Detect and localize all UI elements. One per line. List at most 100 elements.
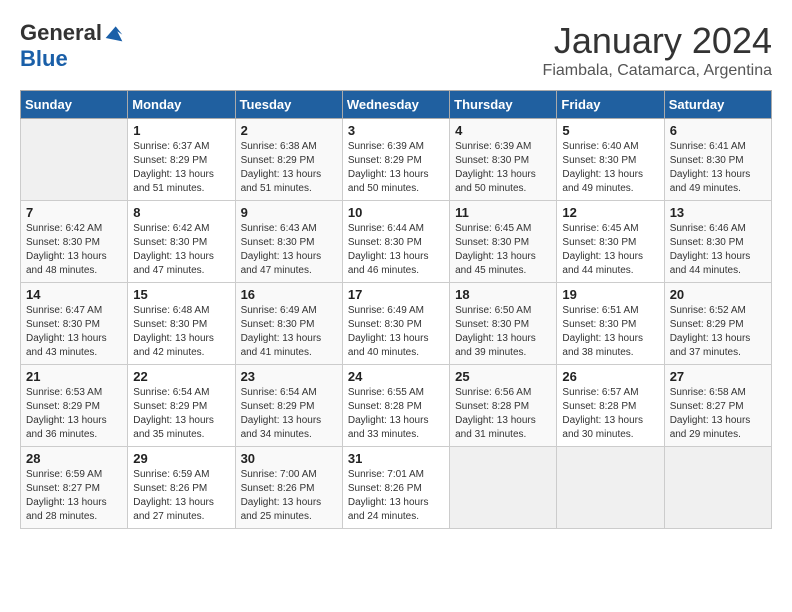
calendar-cell: 5 Sunrise: 6:40 AM Sunset: 8:30 PM Daylig… [557, 119, 664, 201]
day-number: 27 [670, 369, 766, 384]
day-info: Sunrise: 6:58 AM Sunset: 8:27 PM Dayligh… [670, 386, 766, 442]
day-number: 26 [562, 369, 658, 384]
calendar-subtitle: Fiambala, Catamarca, Argentina [543, 62, 772, 80]
day-number: 21 [26, 369, 122, 384]
day-info: Sunrise: 6:51 AM Sunset: 8:30 PM Dayligh… [562, 304, 658, 360]
header-day-friday: Friday [557, 91, 664, 119]
day-number: 2 [241, 123, 337, 138]
day-info: Sunrise: 6:54 AM Sunset: 8:29 PM Dayligh… [133, 386, 229, 442]
week-row-2: 7 Sunrise: 6:42 AM Sunset: 8:30 PM Daylig… [21, 201, 772, 283]
calendar-cell: 10Sunrise: 6:44 AM Sunset: 8:30 PM Dayli… [342, 201, 449, 283]
week-row-5: 28 Sunrise: 6:59 AM Sunset: 8:27 PM Dayli… [21, 447, 772, 529]
day-info: Sunrise: 6:49 AM Sunset: 8:30 PM Dayligh… [348, 304, 444, 360]
day-number: 16 [241, 287, 337, 302]
calendar-cell: 12 Sunrise: 6:45 AM Sunset: 8:30 PM Dayli… [557, 201, 664, 283]
calendar-cell: 21 Sunrise: 6:53 AM Sunset: 8:29 PM Dayli… [21, 365, 128, 447]
day-info: Sunrise: 6:44 AM Sunset: 8:30 PM Dayligh… [348, 222, 444, 278]
calendar-cell: 29 Sunrise: 6:59 AM Sunset: 8:26 PM Dayli… [128, 447, 235, 529]
calendar-cell: 19 Sunrise: 6:51 AM Sunset: 8:30 PM Dayli… [557, 283, 664, 365]
day-info: Sunrise: 6:37 AM Sunset: 8:29 PM Dayligh… [133, 140, 229, 196]
day-number: 7 [26, 205, 122, 220]
calendar-cell: 28 Sunrise: 6:59 AM Sunset: 8:27 PM Dayli… [21, 447, 128, 529]
calendar-cell: 6Sunrise: 6:41 AM Sunset: 8:30 PM Daylig… [664, 119, 771, 201]
day-info: Sunrise: 6:47 AM Sunset: 8:30 PM Dayligh… [26, 304, 122, 360]
calendar-cell: 9 Sunrise: 6:43 AM Sunset: 8:30 PM Daylig… [235, 201, 342, 283]
day-number: 5 [562, 123, 658, 138]
calendar-cell: 17 Sunrise: 6:49 AM Sunset: 8:30 PM Dayli… [342, 283, 449, 365]
calendar-cell: 30Sunrise: 7:00 AM Sunset: 8:26 PM Dayli… [235, 447, 342, 529]
logo-blue-text: Blue [20, 46, 68, 72]
week-row-1: 1Sunrise: 6:37 AM Sunset: 8:29 PM Daylig… [21, 119, 772, 201]
calendar-cell: 18 Sunrise: 6:50 AM Sunset: 8:30 PM Dayli… [450, 283, 557, 365]
day-info: Sunrise: 6:45 AM Sunset: 8:30 PM Dayligh… [562, 222, 658, 278]
title-area: January 2024 Fiambala, Catamarca, Argent… [543, 20, 772, 80]
header-day-tuesday: Tuesday [235, 91, 342, 119]
day-number: 18 [455, 287, 551, 302]
day-number: 15 [133, 287, 229, 302]
logo-general-text: General [20, 20, 102, 46]
day-info: Sunrise: 7:01 AM Sunset: 8:26 PM Dayligh… [348, 468, 444, 524]
header-day-wednesday: Wednesday [342, 91, 449, 119]
day-number: 19 [562, 287, 658, 302]
day-info: Sunrise: 6:52 AM Sunset: 8:29 PM Dayligh… [670, 304, 766, 360]
header-row: SundayMondayTuesdayWednesdayThursdayFrid… [21, 91, 772, 119]
day-number: 20 [670, 287, 766, 302]
day-number: 9 [241, 205, 337, 220]
calendar-cell: 11 Sunrise: 6:45 AM Sunset: 8:30 PM Dayli… [450, 201, 557, 283]
day-info: Sunrise: 6:45 AM Sunset: 8:30 PM Dayligh… [455, 222, 551, 278]
calendar-cell: 8 Sunrise: 6:42 AM Sunset: 8:30 PM Daylig… [128, 201, 235, 283]
calendar-cell: 13 Sunrise: 6:46 AM Sunset: 8:30 PM Dayli… [664, 201, 771, 283]
day-number: 17 [348, 287, 444, 302]
day-number: 4 [455, 123, 551, 138]
day-number: 29 [133, 451, 229, 466]
day-info: Sunrise: 6:53 AM Sunset: 8:29 PM Dayligh… [26, 386, 122, 442]
week-row-3: 14 Sunrise: 6:47 AM Sunset: 8:30 PM Dayli… [21, 283, 772, 365]
day-number: 23 [241, 369, 337, 384]
calendar-cell: 25 Sunrise: 6:56 AM Sunset: 8:28 PM Dayli… [450, 365, 557, 447]
day-info: Sunrise: 6:50 AM Sunset: 8:30 PM Dayligh… [455, 304, 551, 360]
day-info: Sunrise: 6:39 AM Sunset: 8:29 PM Dayligh… [348, 140, 444, 196]
day-info: Sunrise: 6:46 AM Sunset: 8:30 PM Dayligh… [670, 222, 766, 278]
calendar-cell: 26 Sunrise: 6:57 AM Sunset: 8:28 PM Dayli… [557, 365, 664, 447]
header: General Blue January 2024 Fiambala, Cata… [20, 20, 772, 80]
day-info: Sunrise: 6:57 AM Sunset: 8:28 PM Dayligh… [562, 386, 658, 442]
day-info: Sunrise: 6:39 AM Sunset: 8:30 PM Dayligh… [455, 140, 551, 196]
header-day-sunday: Sunday [21, 91, 128, 119]
week-row-4: 21 Sunrise: 6:53 AM Sunset: 8:29 PM Dayli… [21, 365, 772, 447]
calendar-cell [21, 119, 128, 201]
day-number: 22 [133, 369, 229, 384]
day-info: Sunrise: 6:56 AM Sunset: 8:28 PM Dayligh… [455, 386, 551, 442]
day-info: Sunrise: 6:38 AM Sunset: 8:29 PM Dayligh… [241, 140, 337, 196]
calendar-cell: 20 Sunrise: 6:52 AM Sunset: 8:29 PM Dayli… [664, 283, 771, 365]
day-info: Sunrise: 6:48 AM Sunset: 8:30 PM Dayligh… [133, 304, 229, 360]
day-info: Sunrise: 6:59 AM Sunset: 8:26 PM Dayligh… [133, 468, 229, 524]
logo: General Blue [20, 20, 124, 72]
calendar-title: January 2024 [543, 20, 772, 62]
day-info: Sunrise: 6:43 AM Sunset: 8:30 PM Dayligh… [241, 222, 337, 278]
calendar-cell: 14 Sunrise: 6:47 AM Sunset: 8:30 PM Dayli… [21, 283, 128, 365]
day-info: Sunrise: 6:54 AM Sunset: 8:29 PM Dayligh… [241, 386, 337, 442]
day-info: Sunrise: 6:40 AM Sunset: 8:30 PM Dayligh… [562, 140, 658, 196]
day-number: 13 [670, 205, 766, 220]
calendar-cell: 22 Sunrise: 6:54 AM Sunset: 8:29 PM Dayli… [128, 365, 235, 447]
day-number: 28 [26, 451, 122, 466]
day-info: Sunrise: 6:59 AM Sunset: 8:27 PM Dayligh… [26, 468, 122, 524]
calendar-cell: 24Sunrise: 6:55 AM Sunset: 8:28 PM Dayli… [342, 365, 449, 447]
day-info: Sunrise: 6:42 AM Sunset: 8:30 PM Dayligh… [26, 222, 122, 278]
day-number: 12 [562, 205, 658, 220]
day-number: 25 [455, 369, 551, 384]
calendar-cell [450, 447, 557, 529]
day-info: Sunrise: 6:42 AM Sunset: 8:30 PM Dayligh… [133, 222, 229, 278]
day-number: 24 [348, 369, 444, 384]
calendar-cell: 31 Sunrise: 7:01 AM Sunset: 8:26 PM Dayli… [342, 447, 449, 529]
calendar-cell: 15 Sunrise: 6:48 AM Sunset: 8:30 PM Dayli… [128, 283, 235, 365]
calendar-cell: 3Sunrise: 6:39 AM Sunset: 8:29 PM Daylig… [342, 119, 449, 201]
day-number: 11 [455, 205, 551, 220]
day-info: Sunrise: 6:41 AM Sunset: 8:30 PM Dayligh… [670, 140, 766, 196]
day-info: Sunrise: 6:49 AM Sunset: 8:30 PM Dayligh… [241, 304, 337, 360]
day-number: 31 [348, 451, 444, 466]
calendar-cell: 16 Sunrise: 6:49 AM Sunset: 8:30 PM Dayli… [235, 283, 342, 365]
day-number: 8 [133, 205, 229, 220]
day-info: Sunrise: 7:00 AM Sunset: 8:26 PM Dayligh… [241, 468, 337, 524]
day-number: 14 [26, 287, 122, 302]
